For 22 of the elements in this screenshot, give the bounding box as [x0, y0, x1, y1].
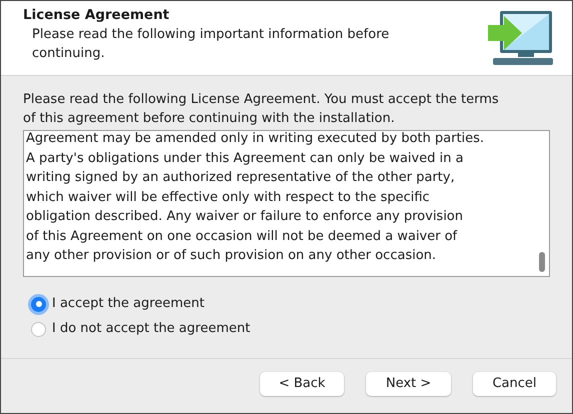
radio-option[interactable]: I accept the agreement	[31, 295, 550, 313]
page-subtitle: continuing.	[32, 45, 106, 63]
instructions-text: of this agreement before continuing with the installation.	[23, 110, 396, 128]
monitor-arrow-icon	[488, 9, 554, 67]
page-title: License Agreement	[23, 6, 170, 25]
cancel-button[interactable]: Cancel	[473, 372, 556, 396]
instructions-text: Please read the following License Agreement. You must accept the terms	[23, 91, 500, 109]
license-text-line: writing signed by an authorized representative of the other party,	[26, 169, 456, 187]
radio-button[interactable]	[31, 322, 46, 336]
license-text-line: obligation described. Any waiver or failure to enforce any provision	[26, 208, 464, 226]
radio-option[interactable]: I do not accept the agreement	[31, 320, 550, 338]
scrollbar-thumb[interactable]	[539, 252, 545, 272]
license-text-line: of this Agreement on one occasion will not be deemed a waiver of	[26, 228, 458, 246]
license-text-line: which waiver will be effective only with respect to the specific	[26, 188, 431, 206]
license-text-line: any other provision or of such provision on any other occasion.	[26, 247, 438, 265]
back-button[interactable]: < Back	[260, 372, 344, 396]
radio-button[interactable]	[31, 296, 46, 312]
page-subtitle: Please read the following important information before	[32, 26, 390, 44]
license-text-line: Agreement may be amended only in writing executed by both parties.	[26, 131, 486, 148]
next-button[interactable]: Next >	[366, 372, 451, 396]
license-text-line: A party's obligations under this Agreement can only be waived in a	[26, 150, 464, 168]
license-text-area[interactable]	[23, 130, 550, 277]
